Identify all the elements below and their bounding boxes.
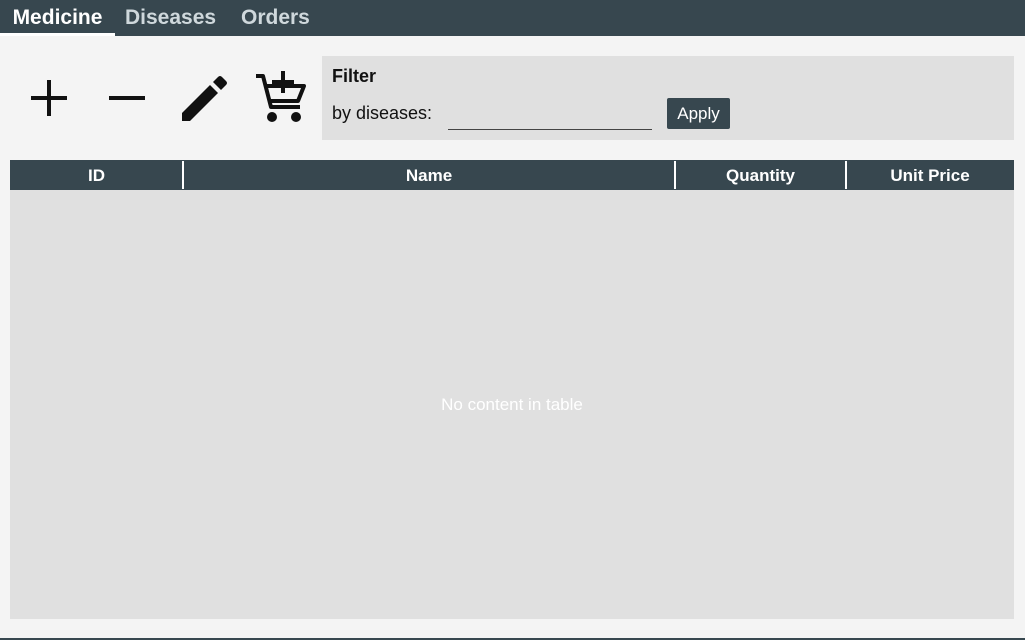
diseases-filter-input[interactable] [448, 100, 652, 130]
filter-title: Filter [332, 66, 377, 86]
pencil-icon [182, 76, 227, 121]
column-header-id[interactable]: ID [11, 161, 182, 189]
edit-button[interactable] [180, 75, 228, 123]
table-header: ID Name Quantity Unit Price [10, 160, 1014, 190]
add-button[interactable] [28, 77, 70, 119]
filter-panel: Filter by diseases: Apply [322, 56, 1014, 140]
tab-orders[interactable]: Orders [241, 0, 310, 36]
cart-plus-icon [256, 71, 306, 122]
apply-button[interactable]: Apply [667, 98, 730, 129]
column-header-unit-price[interactable]: Unit Price [845, 161, 1013, 189]
column-header-name[interactable]: Name [182, 161, 674, 189]
remove-button[interactable] [106, 77, 148, 119]
medicine-table: ID Name Quantity Unit Price No content i… [10, 160, 1014, 619]
add-to-cart-button[interactable] [254, 70, 308, 124]
tab-medicine[interactable]: Medicine [0, 0, 115, 36]
empty-table-message: No content in table [441, 395, 583, 414]
tab-diseases[interactable]: Diseases [125, 0, 216, 36]
column-header-quantity[interactable]: Quantity [674, 161, 845, 189]
minus-icon [109, 96, 145, 100]
plus-icon [31, 80, 67, 116]
tab-bar: Medicine Diseases Orders [0, 0, 1025, 36]
diseases-filter-label: by diseases: [332, 103, 433, 123]
